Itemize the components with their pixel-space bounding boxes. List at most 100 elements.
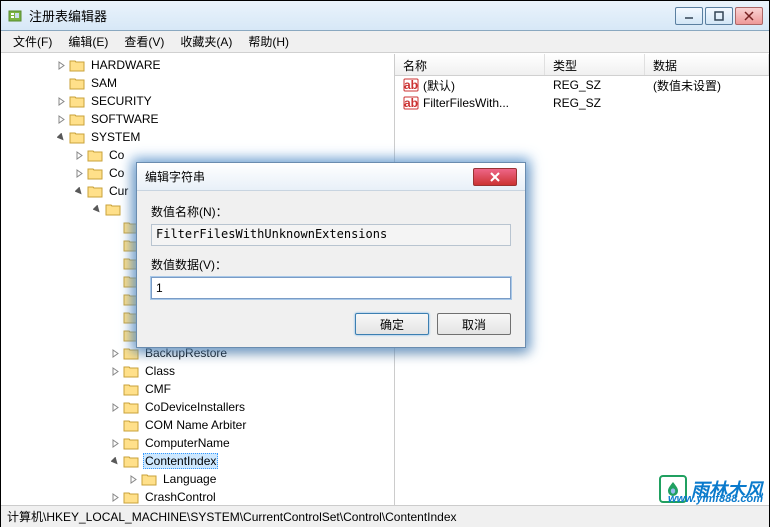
title-bar: 注册表编辑器: [1, 1, 769, 31]
expander-icon[interactable]: [73, 149, 85, 161]
dialog-title: 编辑字符串: [145, 168, 473, 185]
expander-icon[interactable]: [55, 77, 67, 89]
expander-icon[interactable]: [109, 257, 121, 269]
menu-edit[interactable]: 编辑(E): [60, 31, 116, 52]
folder-icon: [123, 346, 139, 360]
expander-icon[interactable]: [109, 311, 121, 323]
tree-row[interactable]: SOFTWARE: [1, 110, 394, 128]
dialog-buttons: 确定 取消: [151, 313, 511, 335]
tree-row[interactable]: CoDeviceInstallers: [1, 398, 394, 416]
tree-row[interactable]: ContentIndex: [1, 452, 394, 470]
tree-row[interactable]: HARDWARE: [1, 56, 394, 74]
value-name: (默认): [423, 77, 455, 94]
tree-label[interactable]: SECURITY: [89, 93, 154, 109]
expander-icon[interactable]: [55, 95, 67, 107]
expander-icon[interactable]: [109, 437, 121, 449]
folder-icon: [87, 166, 103, 180]
col-type[interactable]: 类型: [545, 54, 645, 75]
list-row[interactable]: abFilterFilesWith...REG_SZ: [395, 94, 769, 112]
expander-icon[interactable]: [109, 383, 121, 395]
value-data-label: 数值数据(V)：: [151, 256, 511, 273]
value-data-input[interactable]: [151, 277, 511, 299]
tree-label[interactable]: SOFTWARE: [89, 111, 161, 127]
value-name-field: FilterFilesWithUnknownExtensions: [151, 224, 511, 246]
tree-label[interactable]: Co: [107, 165, 126, 181]
tree-label[interactable]: CoDeviceInstallers: [143, 399, 247, 415]
value-data: (数值未设置): [645, 77, 769, 94]
expander-icon[interactable]: [73, 185, 85, 197]
tree-label[interactable]: ContentIndex: [143, 453, 218, 469]
expander-icon[interactable]: [109, 239, 121, 251]
menu-view[interactable]: 查看(V): [116, 31, 172, 52]
col-name[interactable]: 名称: [395, 54, 545, 75]
dialog-title-bar[interactable]: 编辑字符串: [137, 163, 525, 191]
tree-label[interactable]: SYSTEM: [89, 129, 142, 145]
tree-label[interactable]: Cur: [107, 183, 130, 199]
dialog-body: 数值名称(N)： FilterFilesWithUnknownExtension…: [137, 191, 525, 347]
tree-label[interactable]: [125, 208, 129, 210]
tree-row[interactable]: SECURITY: [1, 92, 394, 110]
expander-icon[interactable]: [109, 275, 121, 287]
expander-icon[interactable]: [109, 401, 121, 413]
expander-icon[interactable]: [109, 455, 121, 467]
folder-icon: [105, 202, 121, 216]
expander-icon[interactable]: [91, 203, 103, 215]
tree-row[interactable]: SAM: [1, 74, 394, 92]
expander-icon[interactable]: [55, 59, 67, 71]
expander-icon[interactable]: [109, 347, 121, 359]
expander-icon[interactable]: [55, 131, 67, 143]
folder-icon: [87, 148, 103, 162]
maximize-button[interactable]: [705, 7, 733, 25]
list-rows: ab(默认)REG_SZ(数值未设置)abFilterFilesWith...R…: [395, 76, 769, 112]
tree-label[interactable]: Co: [107, 147, 126, 163]
tree-row[interactable]: CrashControl: [1, 488, 394, 505]
expander-icon[interactable]: [55, 113, 67, 125]
dialog-close-button[interactable]: [473, 168, 517, 186]
string-value-icon: ab: [403, 95, 419, 111]
string-value-icon: ab: [403, 77, 419, 93]
tree-label[interactable]: SAM: [89, 75, 119, 91]
expander-icon[interactable]: [109, 419, 121, 431]
expander-icon[interactable]: [127, 473, 139, 485]
value-name: FilterFilesWith...: [423, 96, 509, 110]
svg-text:ab: ab: [404, 96, 418, 110]
col-data[interactable]: 数据: [645, 54, 769, 75]
folder-icon: [69, 76, 85, 90]
expander-icon[interactable]: [109, 221, 121, 233]
menu-file[interactable]: 文件(F): [5, 31, 60, 52]
expander-icon[interactable]: [109, 491, 121, 503]
tree-label[interactable]: Language: [161, 471, 218, 487]
tree-label[interactable]: HARDWARE: [89, 57, 163, 73]
menu-favorites[interactable]: 收藏夹(A): [172, 31, 240, 52]
list-row[interactable]: ab(默认)REG_SZ(数值未设置): [395, 76, 769, 94]
expander-icon[interactable]: [109, 365, 121, 377]
tree-label[interactable]: COM Name Arbiter: [143, 417, 248, 433]
tree-row[interactable]: Class: [1, 362, 394, 380]
cancel-button[interactable]: 取消: [437, 313, 511, 335]
folder-icon: [69, 112, 85, 126]
tree-label[interactable]: Class: [143, 363, 177, 379]
menu-bar: 文件(F) 编辑(E) 查看(V) 收藏夹(A) 帮助(H): [1, 31, 769, 53]
menu-help[interactable]: 帮助(H): [240, 31, 297, 52]
window-title: 注册表编辑器: [29, 6, 675, 25]
tree-label[interactable]: CrashControl: [143, 489, 218, 505]
value-name-label: 数值名称(N)：: [151, 203, 511, 220]
ok-button[interactable]: 确定: [355, 313, 429, 335]
list-header: 名称 类型 数据: [395, 54, 769, 76]
tree-label[interactable]: ComputerName: [143, 435, 232, 451]
folder-icon: [123, 418, 139, 432]
expander-icon[interactable]: [73, 167, 85, 179]
edit-string-dialog: 编辑字符串 数值名称(N)： FilterFilesWithUnknownExt…: [136, 162, 526, 348]
minimize-button[interactable]: [675, 7, 703, 25]
expander-icon[interactable]: [109, 329, 121, 341]
tree-row[interactable]: ComputerName: [1, 434, 394, 452]
tree-row[interactable]: Language: [1, 470, 394, 488]
expander-icon[interactable]: [109, 293, 121, 305]
tree-row[interactable]: COM Name Arbiter: [1, 416, 394, 434]
window-controls: [675, 7, 763, 25]
tree-row[interactable]: CMF: [1, 380, 394, 398]
watermark: 雨林木风 www.ylmf888.com: [659, 475, 763, 503]
tree-label[interactable]: CMF: [143, 381, 173, 397]
close-button[interactable]: [735, 7, 763, 25]
tree-row[interactable]: SYSTEM: [1, 128, 394, 146]
